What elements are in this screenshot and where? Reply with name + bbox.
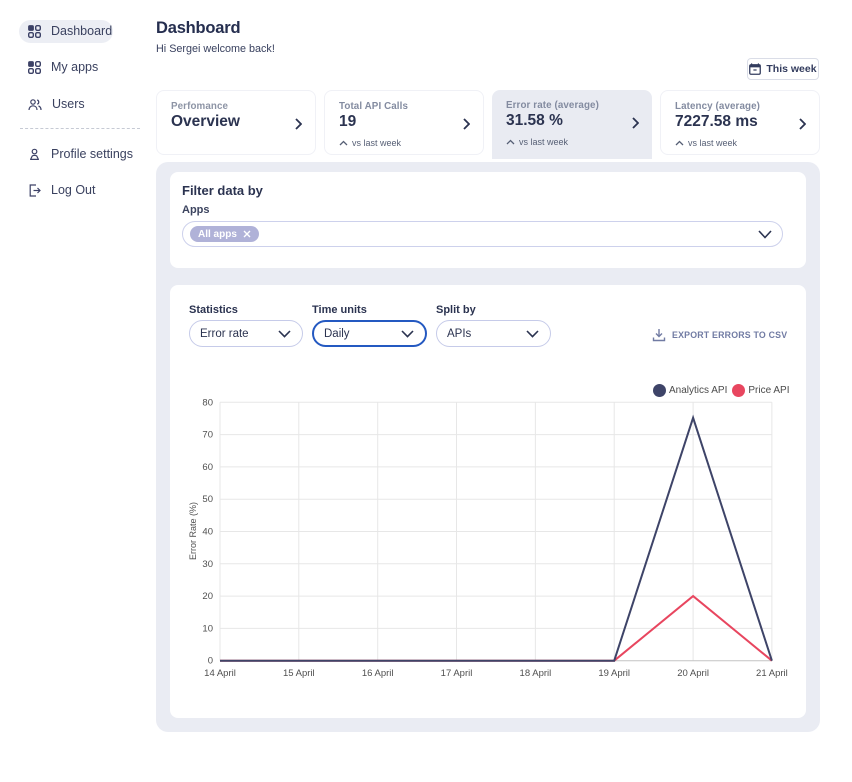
- svg-text:0: 0: [208, 656, 213, 667]
- svg-text:20 April: 20 April: [677, 668, 709, 679]
- svg-text:10: 10: [202, 623, 213, 634]
- svg-text:14 April: 14 April: [204, 668, 236, 679]
- svg-text:19 April: 19 April: [598, 668, 630, 679]
- svg-text:30: 30: [202, 559, 213, 570]
- svg-text:21 April: 21 April: [756, 668, 788, 679]
- svg-text:50: 50: [202, 494, 213, 505]
- svg-text:60: 60: [202, 462, 213, 473]
- svg-text:20: 20: [202, 591, 213, 602]
- svg-text:40: 40: [202, 527, 213, 538]
- svg-text:15 April: 15 April: [283, 668, 315, 679]
- svg-text:18 April: 18 April: [520, 668, 552, 679]
- svg-text:Error Rate (%): Error Rate (%): [188, 502, 198, 560]
- svg-text:17 April: 17 April: [441, 668, 473, 679]
- svg-text:70: 70: [202, 430, 213, 441]
- svg-text:80: 80: [202, 397, 213, 408]
- svg-text:16 April: 16 April: [362, 668, 394, 679]
